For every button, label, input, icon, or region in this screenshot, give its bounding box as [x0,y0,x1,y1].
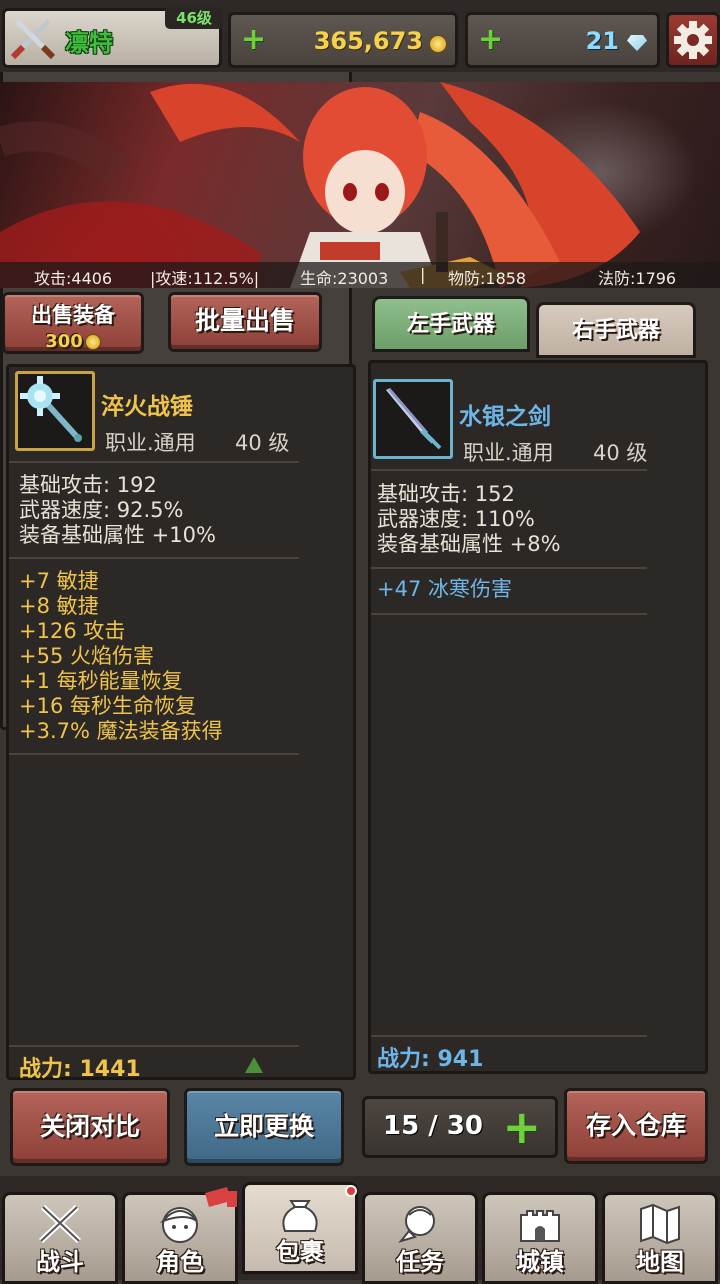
nav-quest[interactable]: 任务 [362,1192,478,1284]
nav-bag[interactable]: 包裹 [242,1182,358,1274]
gem-counter: + 21 [465,12,660,68]
item-level: 40 级 [235,431,290,455]
bag-icon [282,1200,318,1232]
gold-amount: 365,673 [313,27,423,55]
divider [371,613,647,615]
map-icon [640,1203,680,1245]
stat-hp: 生命:23003 [300,269,389,288]
divider [9,461,299,463]
gear-icon [674,21,712,59]
nav-character[interactable]: 角色 [122,1187,238,1284]
base-stat: 装备基础属性 +10% [19,523,216,547]
item-power: 战力: 1441 [19,1057,141,1082]
bonus-stat: +47 冰寒伤害 [377,577,512,601]
nav-label: 战斗 [36,1248,84,1276]
tab-right-weapon[interactable]: 右手武器 [536,302,696,358]
base-stat: 武器速度: 92.5% [19,498,184,522]
item-slot[interactable] [15,371,95,451]
capacity-text: 15 / 30 [383,1111,483,1141]
batch-sell-button[interactable]: 批量出售 [168,292,322,352]
equipped-item-panel: 淬火战锤 职业.通用 40 级 基础攻击: 192 武器速度: 92.5% 装备… [6,364,356,1082]
base-stat: 基础攻击: 192 [19,473,157,497]
divider [9,753,299,755]
item-class: 职业.通用 [463,441,554,465]
divider [371,469,647,471]
player-level-badge: 46级 [165,7,223,29]
bag-capacity: 15 / 30 + [362,1096,558,1158]
base-stat: 基础攻击: 152 [377,482,515,506]
nav-label: 地图 [636,1248,684,1276]
nav-label: 城镇 [516,1248,564,1276]
stat-attack-speed: |攻速:112.5%| [150,269,260,288]
sell-equipment-button[interactable]: 出售装备 300 [2,292,144,354]
diamond-icon [627,35,647,51]
tab-left-weapon[interactable]: 左手武器 [372,296,530,352]
castle-icon [520,1210,560,1242]
player-name: 凛特 [65,29,113,57]
settings-button[interactable] [666,12,720,68]
arrow-up-icon [245,1057,263,1073]
stat-phys-def: 物防:1858 [448,269,527,288]
player-card[interactable]: 凛特 46级 [2,7,223,68]
stat-attack: 攻击:4406 [34,269,113,288]
bonus-stat: +8 敏捷 [19,594,99,618]
crossed-swords-icon [38,1204,82,1244]
new-alert-icon [205,1187,237,1207]
expand-capacity-icon[interactable]: + [502,1101,541,1153]
hero-banner [0,82,720,288]
item-class: 职业.通用 [105,431,196,455]
equip-now-button[interactable]: 立即更换 [184,1088,344,1166]
hero-illustration [0,82,640,288]
divider [371,567,647,569]
gold-coin-icon [429,35,447,53]
divider [9,1045,299,1047]
stat-magic-def: 法防:1796 [598,269,677,288]
character-icon [159,1207,198,1243]
sell-equipment-label: 出售装备 [31,303,115,327]
sell-price: 300 [45,331,83,352]
nav-town[interactable]: 城镇 [482,1192,598,1284]
gold-coin-icon [84,334,101,350]
close-compare-button[interactable]: 关闭对比 [10,1088,170,1166]
add-gold-icon[interactable]: + [241,23,266,57]
gem-amount: 21 [585,27,619,55]
stat-separator: | [420,265,426,284]
divider [371,1035,647,1037]
bonus-stat: +126 攻击 [19,619,126,643]
gold-counter: + 365,673 [228,12,458,68]
item-slot[interactable] [373,379,453,459]
stats-row: 攻击:4406 |攻速:112.5%| 生命:23003 | 物防:1858 法… [0,262,720,288]
item-name: 水银之剑 [459,404,551,430]
nav-label: 任务 [396,1248,444,1276]
notification-dot [345,1185,357,1197]
nav-label: 包裹 [276,1238,324,1266]
bonus-stat: +55 火焰伤害 [19,644,154,668]
compare-item-panel: 水银之剑 职业.通用 40 级 基础攻击: 152 武器速度: 110% 装备基… [368,360,708,1074]
store-to-warehouse-button[interactable]: 存入仓库 [564,1088,708,1164]
base-stat: 武器速度: 110% [377,507,535,531]
crossed-swords-icon [10,19,56,60]
item-power: 战力: 941 [377,1047,484,1072]
quest-icon [398,1206,435,1243]
bonus-stat: +3.7% 魔法装备获得 [19,719,223,743]
nav-map[interactable]: 地图 [602,1192,718,1284]
sword-icon [386,388,442,450]
nav-battle[interactable]: 战斗 [2,1192,118,1284]
add-gem-icon[interactable]: + [478,23,503,57]
item-level: 40 级 [593,441,648,465]
war-hammer-icon [20,376,82,442]
item-name: 淬火战锤 [101,394,193,420]
bonus-stat: +16 每秒生命恢复 [19,694,196,718]
divider [9,557,299,559]
bottom-nav: 战斗 角色 包裹 任务 城镇 地图 [0,1176,720,1284]
nav-label: 角色 [156,1248,204,1276]
bonus-stat: +1 每秒能量恢复 [19,669,183,693]
base-stat: 装备基础属性 +8% [377,532,561,556]
bonus-stat: +7 敏捷 [19,569,99,593]
